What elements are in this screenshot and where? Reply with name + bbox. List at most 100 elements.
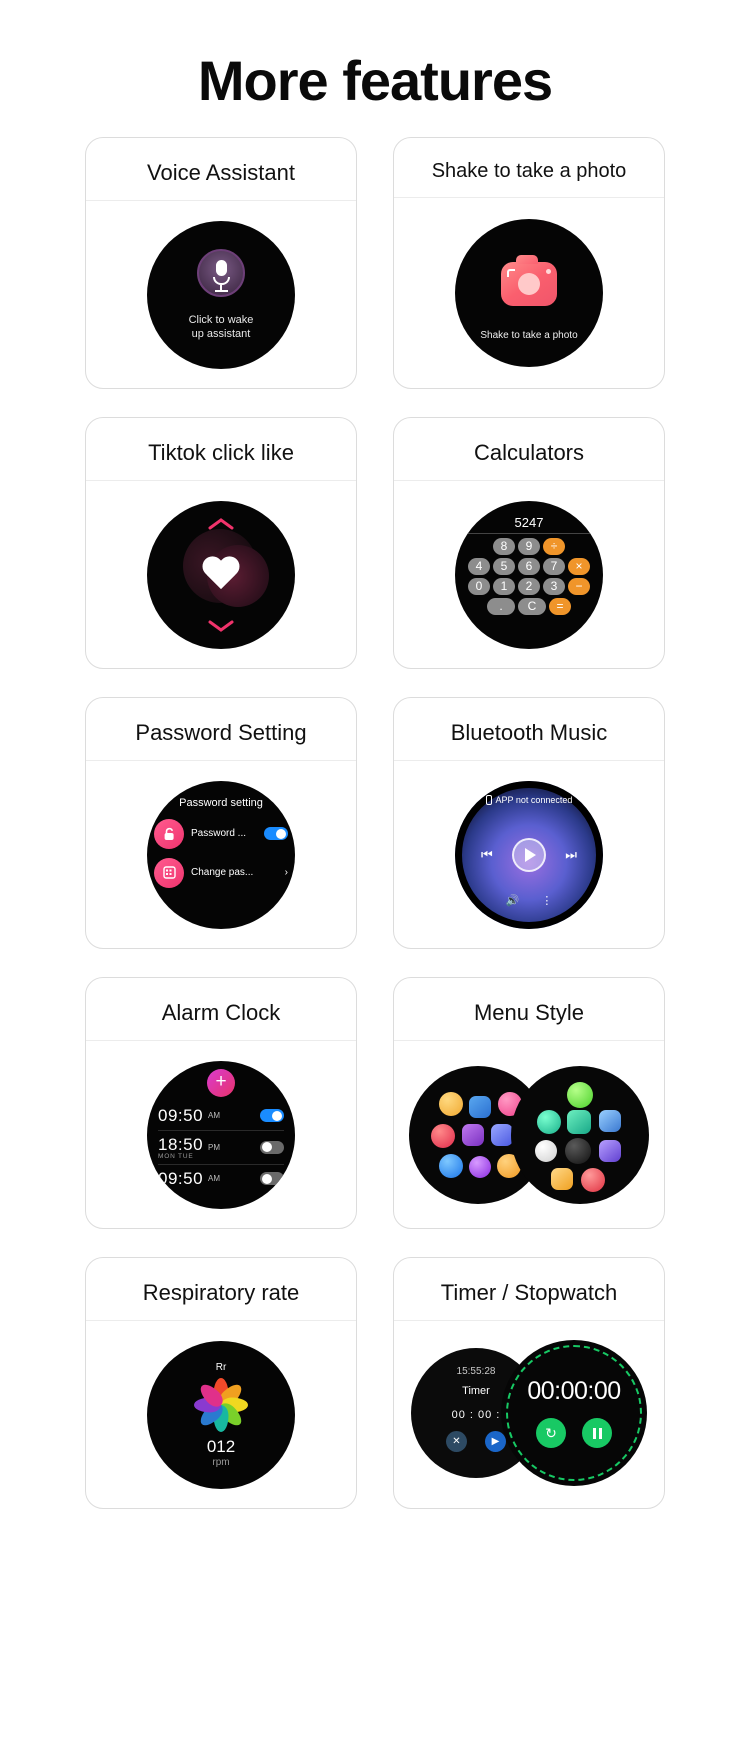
calculator-row: . C = [487,597,571,615]
password-label: Password ... [191,828,247,839]
feature-card-grid: Voice Assistant Click to wake up assista… [0,123,750,1509]
metric-label: Rr [215,1361,227,1373]
volume-icon[interactable]: 🔊 [506,894,520,907]
app-icon-book [599,1139,621,1162]
calc-key[interactable]: 0 [468,577,490,595]
change-password-label: Change pas... [191,867,254,878]
watch-face-voice-assistant: Click to wake up assistant [147,220,295,369]
app-icon-camera [567,1109,591,1134]
card-body: Password setting Password ... Change pas… [86,761,356,948]
previous-track-button[interactable]: ⏮ [481,847,493,863]
watch-header: Password setting [179,796,263,809]
app-icon-tiktok [565,1137,591,1164]
app-icon-weather [439,1091,463,1116]
calc-key[interactable]: 8 [493,537,515,555]
watch-face-calculator: 5247 8 9 ÷ 4 5 6 7 × 0 1 2 3 − . C = [455,500,603,649]
status-text: APP not connected [495,794,573,805]
caption-line-2: up assistant [191,327,251,340]
alarm-time: 18:50 [158,1134,204,1154]
app-icon-news [551,1167,573,1190]
app-icon-blood-drop [431,1123,455,1148]
timer-label: Timer [462,1384,490,1397]
chevron-up-indicator-icon: ^ [526,947,532,948]
card-body: Shake to take a photo [394,198,664,388]
card-body: 15:55:28 Timer 00 : 00 : ✕ ▶ 00:00:00 ↻ [394,1321,664,1508]
next-track-button[interactable]: ⏭ [565,847,577,863]
timer-start-button[interactable]: ▶ [485,1430,506,1452]
calc-key[interactable]: 1 [493,577,515,595]
watch-caption: Shake to take a photo [480,330,578,341]
feature-card-menu-style[interactable]: Menu Style [393,977,665,1229]
feature-card-shake-photo[interactable]: Shake to take a photo Shake to take a ph… [393,137,665,389]
app-icon-compass [599,1109,621,1132]
app-icon-phone [439,1153,463,1178]
card-body: + 09:50 AM 18:50 MON TUE PM 09:50 AM [86,1041,356,1228]
respiratory-value: 012 [206,1436,236,1456]
calc-key-minus[interactable]: − [568,577,590,595]
calc-key-equals[interactable]: = [549,597,571,615]
feature-card-respiratory-rate[interactable]: Respiratory rate Rr 012 rpm [85,1257,357,1509]
connection-status: APP not connected [485,794,573,805]
feature-card-voice-assistant[interactable]: Voice Assistant Click to wake up assista… [85,137,357,389]
chevron-down-icon [208,620,234,633]
stopwatch-watch-face: 00:00:00 ↻ [501,1339,647,1486]
respiratory-unit: rpm [212,1456,230,1468]
player-controls: 🔊 ⋮ [506,894,553,907]
calc-key-dot[interactable]: . [487,597,515,615]
microphone-icon [197,248,245,297]
timer-clock: 15:55:28 [456,1365,496,1377]
calculator-keypad[interactable]: 8 9 ÷ 4 5 6 7 × 0 1 2 3 − . C = [455,537,603,615]
page-title: More features [197,49,553,112]
alarm-row[interactable]: 18:50 MON TUE PM [158,1131,284,1165]
chevron-up-icon [208,517,234,530]
more-options-icon[interactable]: ⋮ [541,894,552,907]
phone-icon [485,794,492,805]
alarm-toggle[interactable] [260,1172,284,1185]
menu-watch-face-right [511,1065,649,1204]
calc-key[interactable]: 9 [518,537,540,555]
feature-card-alarm-clock[interactable]: Alarm Clock + 09:50 AM 18:50 MON TUE PM … [85,977,357,1229]
calculator-readout: 5247 [455,515,603,534]
alarm-row[interactable]: 09:50 AM [158,1102,284,1131]
calc-key[interactable]: 5 [493,557,515,575]
password-toggle[interactable] [264,827,288,840]
password-toggle-row[interactable]: Password ... [154,818,288,849]
card-body: APP not connected ⏮ ⏭ 🔊 ⋮ ^ [394,761,664,948]
feature-card-timer-stopwatch[interactable]: Timer / Stopwatch 15:55:28 Timer 00 : 00… [393,1257,665,1509]
calc-key-divide[interactable]: ÷ [543,537,565,555]
card-title: Voice Assistant [86,138,356,201]
add-alarm-button[interactable]: + [207,1068,235,1097]
alarm-time: 09:50 [158,1168,204,1188]
watch-face-timer-stopwatch: 15:55:28 Timer 00 : 00 : ✕ ▶ 00:00:00 ↻ [411,1339,647,1490]
card-title: Timer / Stopwatch [394,1258,664,1321]
app-icon-home [535,1139,557,1162]
change-password-row[interactable]: Change pas... › [154,857,288,888]
unlock-icon [154,818,184,849]
calc-key[interactable]: 2 [518,577,540,595]
watch-face-shake-photo: Shake to take a photo [455,219,603,367]
calc-key[interactable]: 6 [518,557,540,575]
calc-key[interactable]: 4 [468,557,490,575]
timer-cancel-button[interactable]: ✕ [446,1430,467,1452]
card-title: Password Setting [86,698,356,761]
calculator-row: 8 9 ÷ [493,537,565,555]
feature-card-bluetooth-music[interactable]: Bluetooth Music APP not connected ⏮ ⏭ 🔊 … [393,697,665,949]
feature-card-password-setting[interactable]: Password Setting Password setting Passwo… [85,697,357,949]
alarm-meridiem: AM [208,1111,221,1120]
alarm-time: 09:50 [158,1105,204,1125]
feature-card-calculators[interactable]: Calculators 5247 8 9 ÷ 4 5 6 7 × 0 1 2 3… [393,417,665,669]
alarm-meridiem: PM [208,1142,221,1152]
alarm-toggle[interactable] [260,1140,284,1154]
card-title: Alarm Clock [86,978,356,1041]
heart-icon [201,557,241,593]
feature-card-tiktok-click-like[interactable]: Tiktok click like [85,417,357,669]
calc-key-clear[interactable]: C [518,597,546,615]
calc-key[interactable]: 3 [543,577,565,595]
calc-key[interactable]: 7 [543,557,565,575]
alarm-row[interactable]: 09:50 AM [158,1165,284,1193]
card-body: Click to wake up assistant [86,201,356,388]
alarm-toggle[interactable] [260,1109,284,1122]
calc-key-multiply[interactable]: × [568,557,590,575]
alarm-meridiem: AM [208,1174,221,1183]
chevron-right-icon: › [284,867,288,878]
